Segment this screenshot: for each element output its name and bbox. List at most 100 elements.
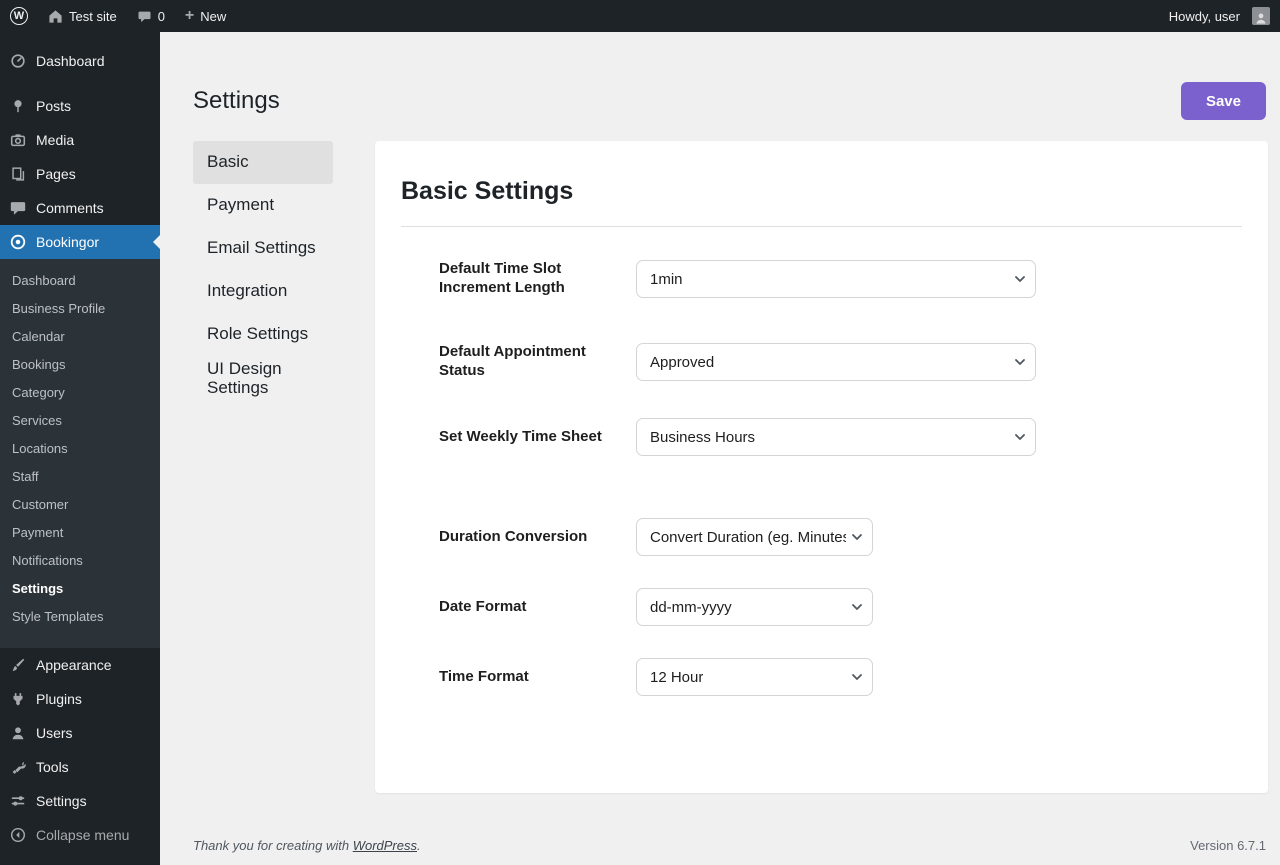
site-name: Test site [69, 9, 117, 24]
comment-bubble-icon [137, 9, 152, 24]
submenu-item-business-profile[interactable]: Business Profile [0, 294, 160, 322]
submenu-item-calendar[interactable]: Calendar [0, 322, 160, 350]
basic-settings-card: Basic Settings Default Time Slot Increme… [375, 141, 1268, 793]
sidebar-item-comments[interactable]: Comments [0, 191, 160, 225]
site-link[interactable]: Test site [38, 0, 127, 32]
divider [401, 226, 1242, 227]
submenu-item-payment[interactable]: Payment [0, 518, 160, 546]
comments-shortcut[interactable]: 0 [127, 0, 175, 32]
footer-thanks-suffix: . [417, 838, 421, 853]
sidebar-item-label: Collapse menu [36, 827, 129, 843]
field-label-time-slot: Default Time Slot Increment Length [439, 260, 636, 298]
sidebar-item-label: Tools [36, 759, 69, 775]
submenu-item-style-templates[interactable]: Style Templates [0, 602, 160, 630]
bookingor-logo-icon [8, 232, 28, 252]
page-title: Settings [193, 87, 280, 115]
wrench-icon [8, 757, 28, 777]
submenu-item-staff[interactable]: Staff [0, 462, 160, 490]
settings-nav-role-settings[interactable]: Role Settings [193, 313, 333, 356]
user-icon [8, 723, 28, 743]
sidebar-item-pages[interactable]: Pages [0, 157, 160, 191]
sidebar-item-label: Appearance [36, 657, 112, 673]
default-time-slot-select[interactable]: 1min [636, 260, 1036, 298]
select-value: Business Hours [650, 429, 755, 446]
new-label: New [200, 9, 226, 24]
plus-icon: + [185, 8, 194, 24]
time-format-select[interactable]: 12 Hour [636, 658, 873, 696]
sidebar-item-bookingor[interactable]: Bookingor [0, 225, 160, 259]
weekly-time-sheet-select[interactable]: Business Hours [636, 418, 1036, 456]
card-title: Basic Settings [401, 177, 1242, 206]
avatar [1252, 7, 1270, 25]
footer-thanks: Thank you for creating with WordPress. [193, 838, 421, 853]
wordpress-logo-icon: W [10, 7, 28, 25]
howdy-text: Howdy, user [1169, 9, 1240, 24]
bookingor-submenu: Dashboard Business Profile Calendar Book… [0, 259, 160, 648]
comment-bubble-icon [8, 198, 28, 218]
submenu-item-dashboard[interactable]: Dashboard [0, 266, 160, 294]
settings-nav-basic[interactable]: Basic [193, 141, 333, 184]
sidebar-item-label: Settings [36, 793, 87, 809]
sidebar-item-label: Comments [36, 200, 104, 216]
date-format-select[interactable]: dd-mm-yyyy [636, 588, 873, 626]
sidebar-item-appearance[interactable]: Appearance [0, 648, 160, 682]
sidebar-item-media[interactable]: Media [0, 123, 160, 157]
submenu-item-services[interactable]: Services [0, 406, 160, 434]
select-value: dd-mm-yyyy [650, 599, 732, 616]
chevron-down-icon [849, 669, 865, 685]
sidebar-item-label: Media [36, 132, 74, 148]
home-icon [48, 9, 63, 24]
sidebar-item-posts[interactable]: Posts [0, 89, 160, 123]
field-label-time-format: Time Format [439, 668, 636, 687]
chevron-down-icon [849, 529, 865, 545]
sidebar-item-label: Users [36, 725, 73, 741]
submenu-item-notifications[interactable]: Notifications [0, 546, 160, 574]
save-button[interactable]: Save [1181, 82, 1266, 120]
camera-icon [8, 130, 28, 150]
footer-thanks-prefix: Thank you for creating with [193, 838, 353, 853]
select-value: 1min [650, 271, 683, 288]
pin-icon [8, 96, 28, 116]
settings-nav-integration[interactable]: Integration [193, 270, 333, 313]
sidebar-item-label: Posts [36, 98, 71, 114]
sidebar-item-label: Pages [36, 166, 76, 182]
field-label-duration-conversion: Duration Conversion [439, 528, 636, 547]
sidebar-item-label: Plugins [36, 691, 82, 707]
chevron-down-icon [1012, 271, 1028, 287]
collapse-menu-button[interactable]: Collapse menu [0, 818, 160, 852]
submenu-item-bookings[interactable]: Bookings [0, 350, 160, 378]
submenu-item-customer[interactable]: Customer [0, 490, 160, 518]
submenu-item-locations[interactable]: Locations [0, 434, 160, 462]
sidebar-item-tools[interactable]: Tools [0, 750, 160, 784]
select-value: Approved [650, 354, 714, 371]
submenu-item-category[interactable]: Category [0, 378, 160, 406]
duration-conversion-select[interactable]: Convert Duration (eg. Minutes [636, 518, 873, 556]
settings-nav: Basic Payment Email Settings Integration… [193, 141, 333, 793]
settings-nav-email-settings[interactable]: Email Settings [193, 227, 333, 270]
chevron-down-icon [1012, 354, 1028, 370]
new-content-menu[interactable]: + New [175, 0, 236, 32]
settings-nav-payment[interactable]: Payment [193, 184, 333, 227]
default-appointment-status-select[interactable]: Approved [636, 343, 1036, 381]
sidebar-item-label: Dashboard [36, 53, 105, 69]
settings-nav-ui-design-settings[interactable]: UI Design Settings [193, 356, 333, 401]
submenu-item-settings[interactable]: Settings [0, 574, 160, 602]
footer-version: Version 6.7.1 [1190, 838, 1266, 853]
account-menu[interactable]: Howdy, user [1159, 0, 1280, 32]
admin-sidebar: Dashboard Posts Media Pages Comments Boo… [0, 32, 160, 865]
select-value: 12 Hour [650, 669, 703, 686]
sidebar-item-label: Bookingor [36, 234, 99, 250]
wordpress-link[interactable]: WordPress [353, 838, 417, 853]
comments-count: 0 [158, 9, 165, 24]
admin-bar: W Test site 0 + New Howdy, user [0, 0, 1280, 32]
select-value: Convert Duration (eg. Minutes [650, 529, 846, 546]
chevron-down-icon [849, 599, 865, 615]
sidebar-item-plugins[interactable]: Plugins [0, 682, 160, 716]
dashboard-icon [8, 51, 28, 71]
sidebar-item-users[interactable]: Users [0, 716, 160, 750]
brush-icon [8, 655, 28, 675]
sidebar-item-dashboard[interactable]: Dashboard [0, 44, 160, 78]
wordpress-menu[interactable]: W [0, 0, 38, 32]
field-label-date-format: Date Format [439, 598, 636, 617]
sidebar-item-settings[interactable]: Settings [0, 784, 160, 818]
